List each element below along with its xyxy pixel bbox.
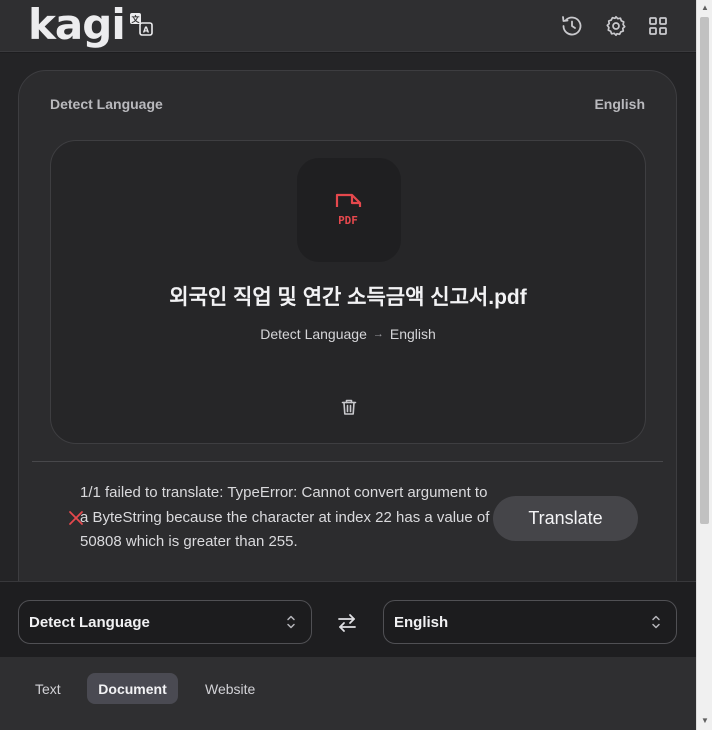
kagi-logo[interactable]: kagi 文 A bbox=[28, 0, 153, 49]
pdf-file-icon: PDF bbox=[297, 158, 401, 262]
translate-logo-icon: 文 A bbox=[129, 12, 153, 41]
svg-text:PDF: PDF bbox=[338, 214, 358, 227]
trash-icon[interactable] bbox=[339, 397, 359, 417]
svg-text:A: A bbox=[143, 26, 150, 35]
error-message: 1/1 failed to translate: TypeError: Cann… bbox=[80, 484, 490, 550]
target-select-value: English bbox=[394, 613, 449, 631]
scroll-down-icon[interactable]: ▼ bbox=[701, 717, 709, 725]
file-name: 외국인 직업 및 연간 소득금액 신고서.pdf bbox=[169, 286, 527, 309]
logo-text: kagi bbox=[28, 0, 126, 49]
swap-icon[interactable] bbox=[335, 611, 359, 635]
translate-button[interactable]: Translate bbox=[493, 496, 638, 541]
source-select-value: Detect Language bbox=[29, 613, 150, 631]
top-bar: kagi 文 A bbox=[0, 0, 696, 52]
from-language: Detect Language bbox=[260, 326, 367, 342]
gear-icon[interactable] bbox=[604, 14, 628, 38]
tab-document[interactable]: Document bbox=[87, 673, 178, 704]
scroll-thumb[interactable] bbox=[700, 17, 709, 524]
language-path: Detect Language → English bbox=[51, 326, 645, 342]
language-bar: Detect Language English bbox=[0, 581, 696, 657]
history-icon[interactable] bbox=[560, 14, 584, 38]
chevron-up-down-icon bbox=[652, 615, 660, 629]
divider bbox=[32, 461, 663, 462]
grid-icon[interactable] bbox=[646, 14, 670, 38]
tab-website[interactable]: Website bbox=[192, 673, 268, 704]
chevron-up-down-icon bbox=[287, 615, 295, 629]
scroll-up-icon[interactable]: ▲ bbox=[701, 4, 709, 12]
scrollbar[interactable]: ▲ ▼ bbox=[696, 0, 712, 730]
source-language-select[interactable]: Detect Language bbox=[18, 600, 312, 644]
arrow-right-icon: → bbox=[372, 328, 384, 340]
to-language: English bbox=[389, 326, 436, 342]
mode-tabs: Text Document Website bbox=[0, 657, 696, 730]
target-language-select[interactable]: English bbox=[383, 600, 677, 644]
source-language-label: Detect Language bbox=[50, 96, 163, 112]
tab-text[interactable]: Text bbox=[22, 673, 74, 704]
target-language-label: English bbox=[594, 96, 645, 112]
document-preview: PDF 외국인 직업 및 연간 소득금액 신고서.pdf Detect Lang… bbox=[50, 140, 646, 444]
svg-text:文: 文 bbox=[131, 14, 140, 24]
